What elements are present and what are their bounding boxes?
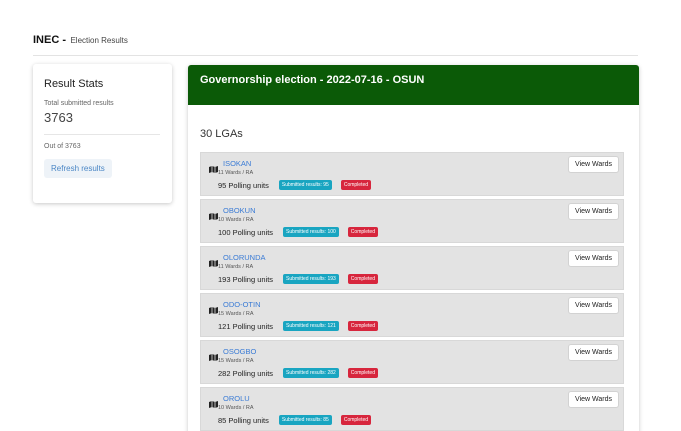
lga-polling-units: 85 Polling units bbox=[218, 415, 269, 425]
election-results-card: Governorship election - 2022-07-16 - OSU… bbox=[188, 65, 639, 431]
lga-wards: 10 Wards / RA bbox=[218, 405, 254, 411]
lga-count-heading: 30 LGAs bbox=[200, 128, 243, 140]
total-submitted-label: Total submitted results bbox=[44, 100, 114, 107]
completed-status-badge: Completed bbox=[347, 321, 378, 331]
map-icon bbox=[209, 348, 218, 361]
brand-subtitle: Election Results bbox=[70, 36, 128, 45]
lga-name-link[interactable]: OSOGBO bbox=[223, 347, 256, 356]
total-submitted-value: 3763 bbox=[44, 110, 73, 125]
completed-status-badge: Completed bbox=[347, 274, 378, 284]
submitted-results-badge: Submitted results: 95 bbox=[278, 180, 332, 190]
lga-polling-units: 95 Polling units bbox=[218, 180, 269, 190]
lga-polling-units: 121 Polling units bbox=[218, 321, 274, 331]
submitted-results-badge: Submitted results: 282 bbox=[283, 368, 339, 378]
refresh-results-button[interactable]: Refresh results bbox=[44, 159, 112, 178]
view-wards-button[interactable]: View Wards bbox=[568, 203, 619, 220]
lga-name-link[interactable]: ISOKAN bbox=[223, 159, 251, 168]
view-wards-button[interactable]: View Wards bbox=[568, 156, 619, 173]
lga-wards: 11 Wards / RA bbox=[218, 264, 254, 270]
lga-polling-units: 282 Polling units bbox=[218, 368, 274, 378]
submitted-results-badge: Submitted results: 100 bbox=[283, 227, 339, 237]
completed-status-badge: Completed bbox=[340, 415, 372, 425]
lga-name-link[interactable]: OBOKUN bbox=[223, 206, 256, 215]
lga-name-link[interactable]: OROLU bbox=[223, 394, 250, 403]
submitted-results-badge: Submitted results: 193 bbox=[283, 274, 339, 284]
result-stats-card: Result Stats Total submitted results 376… bbox=[33, 64, 172, 203]
view-wards-button[interactable]: View Wards bbox=[568, 250, 619, 267]
lga-wards: 15 Wards / RA bbox=[218, 358, 254, 364]
lga-name-link[interactable]: ODO-OTIN bbox=[223, 300, 261, 309]
map-icon bbox=[209, 160, 218, 173]
lga-row: OLORUNDA 11 Wards / RA 193 Polling units… bbox=[200, 246, 624, 290]
lga-row: OBOKUN 10 Wards / RA 100 Polling units S… bbox=[200, 199, 624, 243]
out-of-text: Out of 3763 bbox=[44, 143, 81, 150]
election-title: Governorship election - 2022-07-16 - OSU… bbox=[188, 65, 639, 105]
top-bar: INEC - Election Results bbox=[33, 30, 638, 56]
lga-row: ODO-OTIN 15 Wards / RA 121 Polling units… bbox=[200, 293, 624, 337]
lga-polling-units: 193 Polling units bbox=[218, 274, 274, 284]
stats-title: Result Stats bbox=[44, 78, 104, 90]
map-icon bbox=[209, 301, 218, 314]
divider bbox=[44, 134, 160, 135]
map-icon bbox=[209, 395, 218, 408]
submitted-results-badge: Submitted results: 121 bbox=[283, 321, 339, 331]
completed-status-badge: Completed bbox=[347, 368, 378, 378]
lga-row: OSOGBO 15 Wards / RA 282 Polling units S… bbox=[200, 340, 624, 384]
view-wards-button[interactable]: View Wards bbox=[568, 391, 619, 408]
lga-list: ISOKAN 11 Wards / RA 95 Polling units Su… bbox=[200, 152, 624, 431]
map-icon bbox=[209, 207, 218, 220]
lga-wards: 11 Wards / RA bbox=[218, 170, 254, 176]
lga-wards: 10 Wards / RA bbox=[218, 217, 254, 223]
map-icon bbox=[209, 254, 218, 267]
lga-wards: 15 Wards / RA bbox=[218, 311, 254, 317]
lga-name-link[interactable]: OLORUNDA bbox=[223, 253, 266, 262]
view-wards-button[interactable]: View Wards bbox=[568, 297, 619, 314]
completed-status-badge: Completed bbox=[340, 180, 372, 190]
completed-status-badge: Completed bbox=[347, 227, 378, 237]
brand-title: INEC - bbox=[33, 34, 66, 46]
lga-polling-units: 100 Polling units bbox=[218, 227, 274, 237]
view-wards-button[interactable]: View Wards bbox=[568, 344, 619, 361]
submitted-results-badge: Submitted results: 85 bbox=[278, 415, 332, 425]
lga-row: OROLU 10 Wards / RA 85 Polling units Sub… bbox=[200, 387, 624, 431]
lga-row: ISOKAN 11 Wards / RA 95 Polling units Su… bbox=[200, 152, 624, 196]
